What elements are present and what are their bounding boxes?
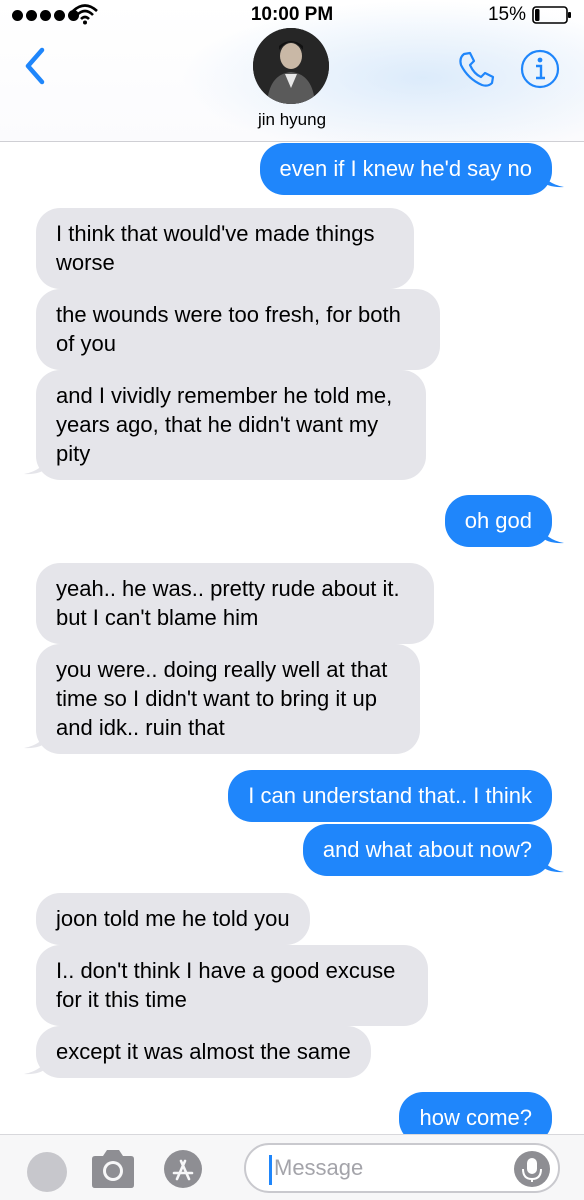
camera-icon[interactable] [88,1147,138,1191]
battery-percent: 15% [487,4,526,25]
phone-icon[interactable] [455,48,497,90]
message-input[interactable]: Message [244,1143,560,1193]
message-bubble-incoming[interactable]: and I vividly remember he told me, years… [36,370,426,480]
message-bubble-incoming[interactable]: I.. don't think I have a good excuse for… [36,945,428,1026]
message-bubble-outgoing[interactable]: I can understand that.. I think [228,770,552,822]
app-store-icon[interactable] [163,1149,203,1189]
chevron-left-icon[interactable] [18,42,54,90]
bubble-tail [538,853,564,873]
contact-name[interactable]: jin hyung [0,110,584,130]
microphone-icon[interactable] [514,1151,550,1187]
avatar-image [253,28,329,104]
bubble-tail [538,168,564,188]
message-bubble-incoming[interactable]: I think that would've made things worse [36,208,414,289]
info-icon[interactable] [519,48,561,90]
contact-avatar[interactable] [253,28,329,104]
message-input-bar: Message [0,1134,584,1200]
message-placeholder: Message [274,1155,364,1180]
message-bubble-outgoing[interactable]: and what about now? [302,824,552,876]
message-bubble-incoming[interactable]: you were.. doing really well at that tim… [36,644,420,754]
bubble-tail [24,729,50,749]
bubble-tail [24,1055,50,1075]
expand-button[interactable] [27,1152,67,1192]
message-thread: even if I knew he'd say no I think that … [0,0,584,1200]
bubble-tail [538,524,564,544]
battery-icon [532,6,571,24]
message-bubble-outgoing[interactable]: even if I knew he'd say no [259,143,552,195]
status-bar: 10:00 PM 15% [0,0,584,30]
message-bubble-incoming[interactable]: except it was almost the same [36,1026,371,1078]
message-bubble-incoming[interactable]: yeah.. he was.. pretty rude about it. bu… [36,563,434,644]
message-bubble-incoming[interactable]: joon told me he told you [36,893,310,945]
message-bubble-outgoing[interactable]: oh god [444,495,552,547]
text-cursor [269,1155,272,1185]
conversation-header: 10:00 PM 15% jin hyung [0,0,584,142]
message-bubble-incoming[interactable]: the wounds were too fresh, for both of y… [36,289,440,370]
bubble-tail [24,455,50,475]
